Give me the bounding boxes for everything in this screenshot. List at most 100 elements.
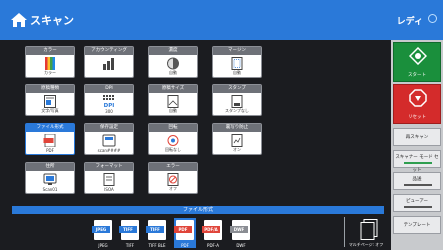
right-panel: スタート リセット 再スキャン スキャナー モード セット 品送 ピューアー テ… bbox=[391, 40, 443, 250]
setting-format[interactable]: フォーマット ISOA bbox=[84, 162, 134, 194]
template-button[interactable]: テンプレート bbox=[393, 216, 441, 234]
setting-value: 回転なし bbox=[165, 147, 181, 152]
setting-address[interactable]: 住所 Scan01 bbox=[25, 162, 75, 194]
svg-text:DPI: DPI bbox=[104, 103, 115, 108]
setting-stamp[interactable]: スタンプ スタンプなし bbox=[212, 84, 262, 116]
setting-caption: 裏写り防止 bbox=[213, 124, 261, 132]
start-button[interactable]: スタート bbox=[393, 42, 441, 82]
setting-color[interactable]: カラー カラー bbox=[25, 46, 75, 78]
error-icon bbox=[167, 173, 179, 186]
pdf-icon bbox=[43, 134, 56, 147]
format-icon bbox=[103, 173, 115, 186]
format-label: TIFF BLE bbox=[148, 243, 166, 248]
file-format-header: ファイル形式 bbox=[12, 206, 384, 214]
start-label: スタート bbox=[408, 73, 426, 78]
setting-page-size[interactable]: 原稿サイズ 自動 bbox=[148, 84, 198, 116]
format-label: PDF bbox=[181, 243, 189, 248]
setting-caption: ファイル形式 bbox=[26, 124, 74, 132]
setting-caption: 回転 bbox=[149, 124, 197, 132]
setting-value: 300 bbox=[105, 109, 113, 114]
setting-error[interactable]: エラー オフ bbox=[148, 162, 198, 194]
multipage-icon[interactable] bbox=[360, 219, 378, 241]
accounting-icon bbox=[103, 58, 114, 70]
setting-value: 自動 bbox=[233, 70, 241, 75]
setting-value: カラー bbox=[44, 70, 56, 75]
setting-density[interactable]: 濃度 自動 bbox=[148, 46, 198, 78]
feed-indicator bbox=[404, 184, 432, 186]
format-label: JPEG bbox=[98, 243, 108, 248]
reset-button[interactable]: リセット bbox=[393, 84, 441, 124]
rescan-button[interactable]: 再スキャン bbox=[393, 128, 441, 146]
format-jpeg-button[interactable]: JPEG bbox=[92, 220, 112, 240]
format-tag: TIFF bbox=[119, 226, 137, 233]
setting-caption: 原稿サイズ bbox=[149, 85, 197, 93]
viewer-label: ピューアー bbox=[405, 199, 429, 204]
top-bar: スキャン レディ bbox=[0, 0, 443, 40]
dpi-icon: DPI bbox=[103, 95, 115, 108]
document-type-icon bbox=[44, 95, 56, 108]
format-tag: TIFF bbox=[146, 226, 164, 233]
color-palette-icon bbox=[45, 57, 55, 70]
setting-value: オン bbox=[233, 147, 241, 152]
setting-caption: スタンプ bbox=[213, 85, 261, 93]
setting-caption: 濃度 bbox=[149, 47, 197, 55]
format-pdf-button[interactable]: PDF bbox=[174, 220, 194, 240]
format-label: TIFF bbox=[125, 243, 135, 248]
status-indicator-icon bbox=[428, 14, 437, 23]
template-label: テンプレート bbox=[403, 223, 431, 228]
format-tiff-button[interactable]: TIFF bbox=[119, 220, 139, 240]
bleed-through-icon bbox=[231, 134, 243, 147]
setting-caption: 住所 bbox=[26, 163, 74, 171]
setting-accounting[interactable]: アカウンティング bbox=[84, 46, 134, 78]
save-settings-icon bbox=[102, 134, 116, 147]
setting-rotate[interactable]: 回転 回転なし bbox=[148, 123, 198, 155]
setting-document-type[interactable]: 原稿種類 文字/写真 bbox=[25, 84, 75, 116]
setting-save[interactable]: 保存設定 scan#### bbox=[84, 123, 134, 155]
setting-value: ISOA bbox=[104, 187, 114, 192]
setting-dpi[interactable]: DPI DPI 300 bbox=[84, 84, 134, 116]
setting-caption: 保存設定 bbox=[85, 124, 133, 132]
status-text: レディ bbox=[396, 17, 423, 27]
setting-caption: カラー bbox=[26, 47, 74, 55]
format-tag: PDF/A bbox=[202, 226, 220, 233]
reset-label: リセット bbox=[408, 115, 426, 120]
stop-icon bbox=[409, 89, 427, 107]
setting-value: 自動 bbox=[169, 70, 177, 75]
density-icon bbox=[167, 57, 179, 70]
feed-button[interactable]: 品送 bbox=[393, 172, 441, 190]
setting-value: Scan01 bbox=[42, 187, 58, 192]
setting-caption: エラー bbox=[149, 163, 197, 171]
setting-value: PDF bbox=[46, 148, 54, 153]
setting-file-format[interactable]: ファイル形式 PDF bbox=[25, 123, 75, 155]
setting-value: 自動 bbox=[169, 108, 177, 113]
scanner-mode-button[interactable]: スキャナー モード セット bbox=[393, 150, 441, 173]
rescan-label: 再スキャン bbox=[405, 135, 429, 140]
format-tag: DWF bbox=[230, 226, 248, 233]
setting-caption: マージン bbox=[213, 47, 261, 55]
setting-caption: フォーマット bbox=[85, 163, 133, 171]
viewer-indicator bbox=[404, 206, 432, 208]
rotate-icon bbox=[167, 135, 179, 146]
multipage-label: マルチページ: オフ bbox=[348, 242, 384, 247]
setting-bleed-through[interactable]: 裏写り防止 オン bbox=[212, 123, 262, 155]
setting-value: 文字/写真 bbox=[41, 108, 59, 113]
format-label: DWF bbox=[236, 243, 246, 248]
setting-value: オフ bbox=[169, 186, 177, 191]
viewer-button[interactable]: ピューアー bbox=[393, 194, 441, 212]
setting-margin[interactable]: マージン 自動 bbox=[212, 46, 262, 78]
home-icon[interactable] bbox=[10, 12, 28, 28]
format-tag: PDF bbox=[174, 226, 192, 233]
setting-value: scan#### bbox=[97, 148, 121, 153]
scanner-mode-label: スキャナー モード セット bbox=[395, 155, 439, 173]
feed-label: 品送 bbox=[412, 177, 422, 182]
format-tiff-ble-button[interactable]: TIFF bbox=[146, 220, 166, 240]
format-dwf-button[interactable]: DWF bbox=[230, 220, 250, 240]
scan-app: スキャン レディ カラー カラー アカウンティング 濃度 自動 マージン 自動 … bbox=[0, 0, 443, 250]
setting-caption: アカウンティング bbox=[85, 47, 133, 55]
start-icon bbox=[409, 47, 427, 65]
address-icon bbox=[43, 173, 57, 185]
format-pdfa-button[interactable]: PDF/A bbox=[202, 220, 222, 240]
format-label: PDF-A bbox=[207, 243, 219, 248]
margin-icon bbox=[231, 57, 243, 70]
page-title: スキャン bbox=[30, 14, 74, 27]
